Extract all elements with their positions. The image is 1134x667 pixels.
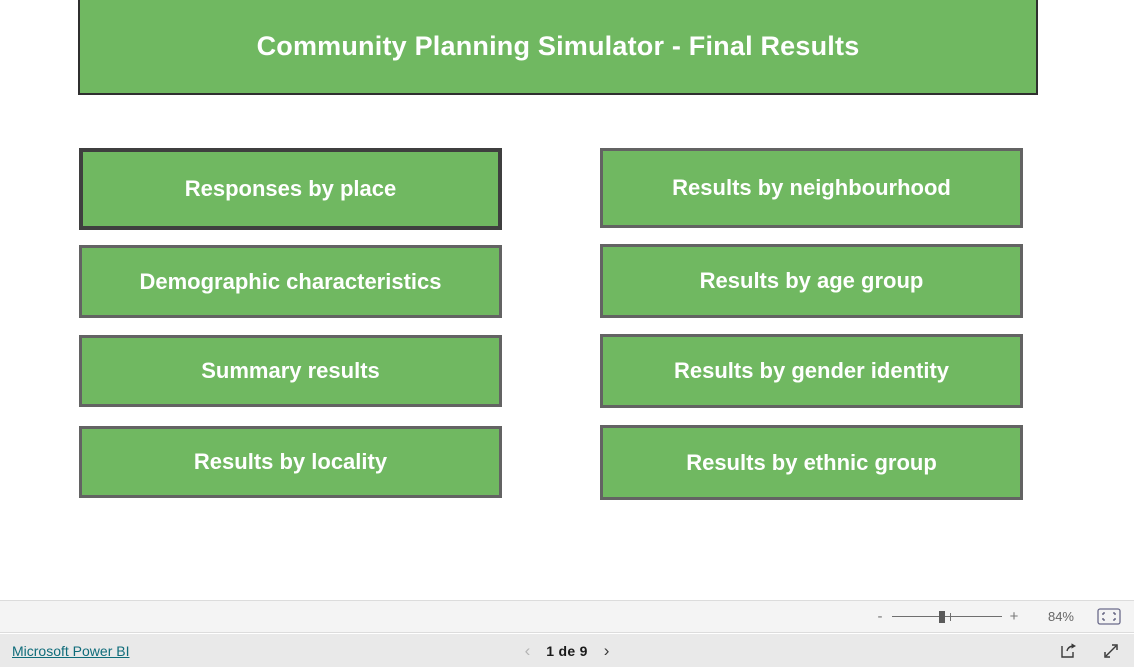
microsoft-power-bi-link[interactable]: Microsoft Power BI [12, 643, 129, 659]
fullscreen-button[interactable] [1098, 638, 1124, 664]
previous-page-button[interactable]: ‹ [523, 642, 533, 659]
nav-button-results-by-age-group[interactable]: Results by age group [600, 244, 1023, 318]
report-canvas: Community Planning Simulator - Final Res… [0, 0, 1134, 600]
nav-button-responses-by-place[interactable]: Responses by place [79, 148, 502, 230]
nav-button-label: Results by age group [699, 268, 924, 294]
page-title: Community Planning Simulator - Final Res… [256, 30, 860, 61]
share-button[interactable] [1056, 638, 1082, 664]
zoom-slider-handle[interactable] [939, 610, 945, 623]
nav-button-results-by-locality[interactable]: Results by locality [79, 426, 502, 498]
nav-button-label: Results by gender identity [673, 358, 950, 384]
fullscreen-icon [1104, 643, 1118, 658]
nav-button-results-by-neighbourhood[interactable]: Results by neighbourhood [600, 148, 1023, 228]
share-icon [1061, 642, 1076, 658]
report-title-banner: Community Planning Simulator - Final Res… [78, 0, 1038, 95]
nav-button-summary-results[interactable]: Summary results [79, 335, 502, 407]
footer-bar: Microsoft Power BI ‹ 1 de 9 › [0, 634, 1134, 667]
next-page-button[interactable]: › [602, 642, 612, 659]
nav-button-demographic-characteristics[interactable]: Demographic characteristics [79, 245, 502, 318]
zoom-in-button[interactable]: + [1006, 609, 1022, 624]
nav-button-label: Responses by place [184, 176, 397, 202]
zoom-level-label: 84% [1047, 609, 1074, 624]
fit-to-page-button[interactable] [1096, 608, 1122, 626]
zoom-controls: - + 84% [872, 608, 1122, 626]
fit-to-page-icon [1097, 608, 1121, 625]
nav-button-results-by-gender-identity[interactable]: Results by gender identity [600, 334, 1023, 408]
zoom-toolbar: - + 84% [0, 600, 1134, 633]
nav-button-label: Results by locality [193, 449, 388, 475]
zoom-slider-tick [950, 612, 951, 621]
footer-actions [1056, 638, 1124, 664]
zoom-slider-track [892, 615, 1002, 617]
zoom-out-button[interactable]: - [872, 609, 888, 624]
nav-button-results-by-ethnic-group[interactable]: Results by ethnic group [600, 425, 1023, 500]
page-navigation: ‹ 1 de 9 › [523, 642, 612, 659]
nav-button-label: Demographic characteristics [139, 268, 442, 294]
power-bi-report-viewer: Community Planning Simulator - Final Res… [0, 0, 1134, 667]
nav-button-label: Summary results [201, 358, 380, 384]
nav-button-label: Results by neighbourhood [672, 175, 951, 201]
nav-button-label: Results by ethnic group [686, 449, 937, 475]
page-indicator-label: 1 de 9 [546, 642, 588, 659]
zoom-slider[interactable] [892, 609, 1002, 625]
